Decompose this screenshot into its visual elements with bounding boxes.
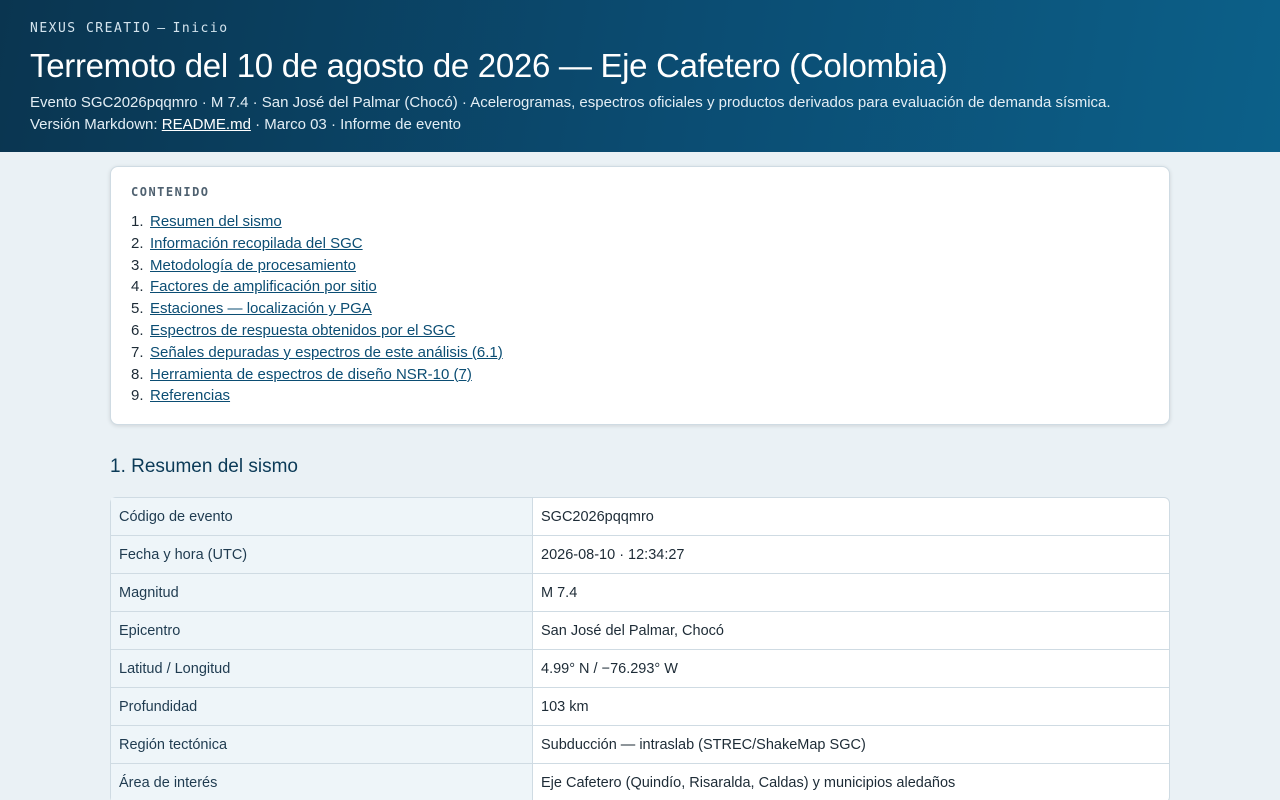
row-key: Fecha y hora (UTC) <box>111 536 532 574</box>
toc-link-factores[interactable]: Factores de amplificación por sitio <box>150 278 377 295</box>
row-key: Magnitud <box>111 574 532 612</box>
toc-link-herramienta[interactable]: Herramienta de espectros de diseño NSR-1… <box>150 366 472 383</box>
toc-item: 2. Información recopilada del SGC <box>131 233 1149 255</box>
summary-table: Código de evento SGC2026pqqmro Fecha y ho… <box>110 497 1170 800</box>
row-value: Subducción — intraslab (STREC/ShakeMap S… <box>532 726 1169 764</box>
markdown-prefix: Versión Markdown: <box>30 116 162 133</box>
breadcrumb-separator: — <box>157 21 167 36</box>
toc-link-resumen[interactable]: Resumen del sismo <box>150 213 282 230</box>
row-value: San José del Palmar, Chocó <box>532 612 1169 650</box>
row-key: Epicentro <box>111 612 532 650</box>
markdown-suffix: · Marco 03 · Informe de evento <box>250 116 462 133</box>
table-row: Magnitud M 7.4 <box>111 574 1169 612</box>
toc-item: 9. Referencias <box>131 385 1149 407</box>
breadcrumb: NEXUS CREATIO — Inicio <box>30 20 1250 38</box>
toc-link-referencias[interactable]: Referencias <box>150 387 230 404</box>
table-row: Región tectónica Subducción — intraslab (… <box>111 726 1169 764</box>
toc-list: 1. Resumen del sismo 2. Información recopi… <box>131 211 1149 407</box>
brand-name: NEXUS CREATIO <box>30 21 152 36</box>
toc-item-number: 2. <box>131 234 144 252</box>
row-key: Área de interés <box>111 764 532 800</box>
toc-link-espectros-sgc[interactable]: Espectros de respuesta obtenidos por el … <box>150 322 455 339</box>
toc-item: 7. Señales depuradas y espectros de este … <box>131 342 1149 364</box>
toc-item-number: 9. <box>131 387 144 405</box>
toc-item-number: 3. <box>131 256 144 274</box>
table-row: Código de evento SGC2026pqqmro <box>111 498 1169 536</box>
readme-link[interactable]: README.md <box>162 116 251 133</box>
section-heading-resumen: 1. Resumen del sismo <box>110 456 298 477</box>
toc-item: 8. Herramienta de espectros de diseño NSR… <box>131 364 1149 386</box>
toc-link-senales[interactable]: Señales depuradas y espectros de este an… <box>150 344 503 361</box>
toc-item: 6. Espectros de respuesta obtenidos por e… <box>131 320 1149 342</box>
toc-link-metodologia[interactable]: Metodología de procesamiento <box>150 257 356 274</box>
toc-item-number: 7. <box>131 343 144 361</box>
page-title: Terremoto del 10 de agosto de 2026 — Eje… <box>30 47 948 84</box>
main-content: CONTENIDO 1. Resumen del sismo 2. Informac… <box>110 166 1170 800</box>
page-subtitle: Evento SGC2026pqqmro · M 7.4 · San José … <box>30 94 1111 111</box>
table-row: Profundidad 103 km <box>111 688 1169 726</box>
row-key: Profundidad <box>111 688 532 726</box>
row-key: Región tectónica <box>111 726 532 764</box>
row-value: M 7.4 <box>532 574 1169 612</box>
table-row: Latitud / Longitud 4.99° N / −76.293° W <box>111 650 1169 688</box>
page-header: NEXUS CREATIO — Inicio Terremoto del 10 de… <box>0 0 1280 152</box>
table-row: Fecha y hora (UTC) 2026-08-10 · 12:34:27 <box>111 536 1169 574</box>
toc-item: 3. Metodología de procesamiento <box>131 255 1149 277</box>
toc-item-number: 8. <box>131 365 144 383</box>
toc-item-number: 4. <box>131 278 144 296</box>
markdown-version-line: Versión Markdown: README.md · Marco 03 ·… <box>30 114 1250 136</box>
toc-title: CONTENIDO <box>131 185 210 199</box>
table-of-contents: CONTENIDO 1. Resumen del sismo 2. Informac… <box>110 166 1170 425</box>
row-value: SGC2026pqqmro <box>532 498 1169 536</box>
toc-link-informacion[interactable]: Información recopilada del SGC <box>150 235 363 252</box>
row-value: Eje Cafetero (Quindío, Risaralda, Caldas… <box>532 764 1169 800</box>
toc-item-number: 1. <box>131 213 144 230</box>
toc-item-number: 5. <box>131 300 144 318</box>
toc-link-estaciones[interactable]: Estaciones — localización y PGA <box>150 300 372 317</box>
toc-item: 1. Resumen del sismo <box>131 211 1149 233</box>
table-row: Epicentro San José del Palmar, Chocó <box>111 612 1169 650</box>
toc-item-number: 6. <box>131 321 144 339</box>
row-value: 4.99° N / −76.293° W <box>532 650 1169 688</box>
breadcrumb-home-link[interactable]: Inicio <box>173 21 229 36</box>
row-key: Latitud / Longitud <box>111 650 532 688</box>
toc-item: 5. Estaciones — localización y PGA <box>131 298 1149 320</box>
table-row: Área de interés Eje Cafetero (Quindío, Ri… <box>111 764 1169 800</box>
row-value: 103 km <box>532 688 1169 726</box>
toc-item: 4. Factores de amplificación por sitio <box>131 276 1149 298</box>
row-value: 2026-08-10 · 12:34:27 <box>532 536 1169 574</box>
row-key: Código de evento <box>111 498 532 536</box>
